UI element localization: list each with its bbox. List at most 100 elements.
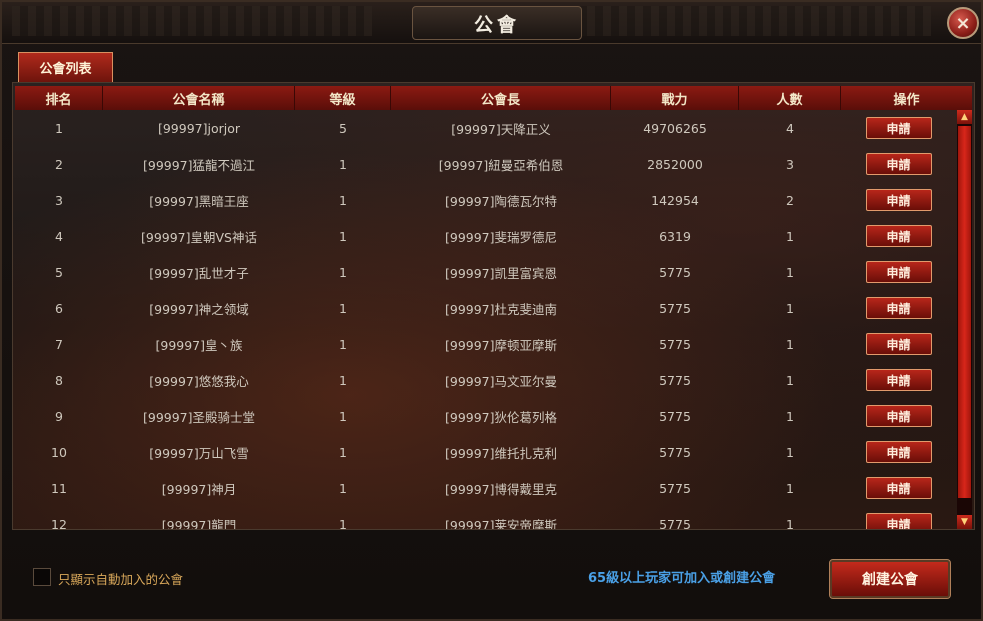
cell-member-count: 2 (786, 192, 794, 208)
cell-level: 1 (339, 408, 347, 424)
apply-button[interactable]: 申請 (865, 369, 932, 391)
cell-leader: [99997]莱安帝摩斯 (444, 517, 558, 530)
table-row: 9 [99997]圣殿骑士堂 1 [99997]狄伦葛列格 5775 1 申請 (15, 398, 956, 434)
cell-leader: [99997]天降正义 (451, 121, 551, 137)
cell-level: 1 (339, 228, 347, 244)
cell-guild-name: [99997]龍門 (161, 517, 237, 530)
table-row: 11 [99997]神月 1 [99997]博得戴里克 5775 1 申請 (15, 470, 956, 506)
footer: 只顯示自動加入的公會 65級以上玩家可加入或創建公會 創建公會 (12, 532, 975, 617)
cell-action: 申請 (841, 261, 956, 283)
cell-rank: 11 (51, 480, 67, 496)
cell-rank: 4 (55, 228, 63, 244)
header-level: 等級 (295, 86, 391, 110)
cell-leader: [99997]博得戴里克 (444, 481, 558, 497)
auto-join-only-checkbox[interactable] (33, 568, 51, 586)
header-action: 操作 (893, 92, 920, 108)
apply-button[interactable]: 申請 (865, 189, 932, 211)
cell-member-count: 1 (786, 516, 794, 530)
cell-rank: 5 (55, 264, 63, 280)
cell-leader: [99997]维托扎克利 (444, 445, 558, 461)
cell-power: 142954 (651, 192, 699, 208)
apply-button[interactable]: 申請 (865, 405, 932, 427)
cell-power: 5775 (659, 444, 691, 460)
close-button[interactable]: × (947, 7, 979, 39)
title-bar: 公會 × (2, 2, 981, 44)
table-row: 7 [99997]皇丶族 1 [99997]摩顿亚摩斯 5775 1 申請 (15, 326, 956, 362)
table-header: 排名 公會名稱 等級 公會長 戰力 人數 操作 (15, 86, 972, 110)
table-row: 1 [99997]jorjor 5 [99997]天降正义 49706265 4… (15, 110, 956, 146)
cell-action: 申請 (841, 297, 956, 319)
cell-rank: 10 (51, 444, 67, 460)
cell-power: 5775 (659, 480, 691, 496)
cell-member-count: 1 (786, 408, 794, 424)
cell-rank: 3 (55, 192, 63, 208)
window-title: 公會 (473, 13, 520, 36)
cell-power: 49706265 (643, 120, 707, 136)
cell-member-count: 1 (786, 264, 794, 280)
level-requirement-info: 65級以上玩家可加入或創建公會 (588, 571, 776, 586)
cell-action: 申請 (841, 513, 956, 529)
cell-leader: [99997]杜克斐迪南 (444, 301, 558, 317)
cell-power: 6319 (659, 228, 691, 244)
apply-button[interactable]: 申請 (865, 153, 932, 175)
cell-power: 5775 (659, 408, 691, 424)
cell-rank: 8 (55, 372, 63, 388)
apply-button[interactable]: 申請 (865, 225, 932, 247)
cell-guild-name: [99997]神月 (161, 481, 237, 497)
cell-guild-name: [99997]皇朝VS神话 (140, 229, 257, 245)
cell-member-count: 4 (786, 120, 794, 136)
cell-leader: [99997]陶德瓦尔特 (444, 193, 558, 209)
table-scrollbar[interactable]: ▲ ▼ (957, 110, 972, 529)
cell-member-count: 1 (786, 444, 794, 460)
cell-action: 申請 (841, 477, 956, 499)
cell-rank: 6 (55, 300, 63, 316)
tab-guild-list[interactable]: 公會列表 (18, 52, 113, 82)
cell-guild-name: [99997]黑暗王座 (149, 193, 249, 209)
scroll-down-button[interactable]: ▼ (957, 515, 972, 529)
cell-action: 申請 (841, 153, 956, 175)
cell-action: 申請 (841, 333, 956, 355)
title-plate: 公會 (412, 6, 582, 40)
cell-action: 申請 (841, 189, 956, 211)
cell-action: 申請 (841, 117, 956, 139)
guild-window: 公會 × 公會列表 排名 公會名稱 等級 公會長 戰力 人數 操作 1 [999… (0, 0, 983, 621)
cell-guild-name: [99997]万山飞雪 (149, 445, 249, 461)
cell-guild-name: [99997]神之领域 (149, 301, 249, 317)
cell-level: 5 (339, 120, 347, 136)
arrow-up-icon: ▲ (961, 112, 968, 122)
header-member-count: 人數 (739, 86, 841, 110)
apply-button[interactable]: 申請 (865, 513, 932, 529)
table-row: 5 [99997]乱世才子 1 [99997]凯里富宾恩 5775 1 申請 (15, 254, 956, 290)
cell-member-count: 1 (786, 300, 794, 316)
cell-power: 5775 (659, 264, 691, 280)
cell-guild-name: [99997]皇丶族 (155, 337, 243, 353)
cell-action: 申請 (841, 225, 956, 247)
apply-button[interactable]: 申請 (865, 297, 932, 319)
cell-leader: [99997]摩顿亚摩斯 (444, 337, 558, 353)
scroll-thumb[interactable] (958, 126, 971, 498)
scroll-up-button[interactable]: ▲ (957, 110, 972, 124)
cell-level: 1 (339, 516, 347, 530)
close-icon: × (955, 12, 971, 34)
cell-level: 1 (339, 372, 347, 388)
cell-power: 5775 (659, 336, 691, 352)
header-guild-name: 公會名稱 (103, 86, 295, 110)
title-ornament-right (571, 6, 931, 36)
cell-rank: 2 (55, 156, 63, 172)
cell-level: 1 (339, 480, 347, 496)
cell-member-count: 1 (786, 372, 794, 388)
apply-button[interactable]: 申請 (865, 261, 932, 283)
cell-power: 5775 (659, 516, 691, 530)
apply-button[interactable]: 申請 (865, 441, 932, 463)
apply-button[interactable]: 申請 (865, 117, 932, 139)
cell-level: 1 (339, 336, 347, 352)
cell-action: 申請 (841, 369, 956, 391)
cell-rank: 9 (55, 408, 63, 424)
create-guild-button[interactable]: 創建公會 (829, 559, 951, 599)
apply-button[interactable]: 申請 (865, 333, 932, 355)
header-rank: 排名 (15, 86, 103, 110)
apply-button[interactable]: 申請 (865, 477, 932, 499)
cell-leader: [99997]紐曼亞希伯恩 (438, 157, 564, 173)
cell-member-count: 1 (786, 336, 794, 352)
cell-action: 申請 (841, 405, 956, 427)
